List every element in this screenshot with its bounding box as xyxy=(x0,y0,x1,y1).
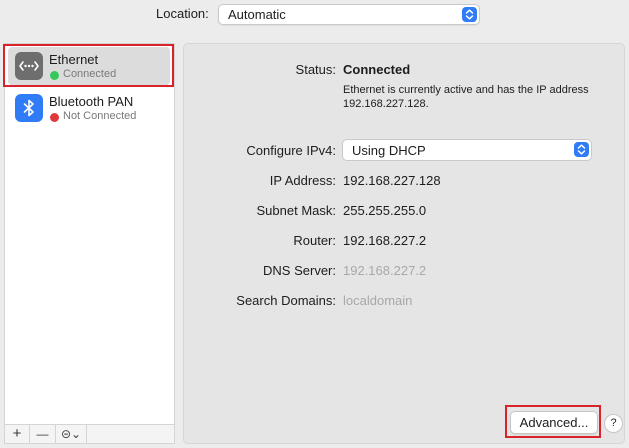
add-service-button[interactable]: + xyxy=(5,425,30,443)
service-name: Ethernet xyxy=(49,52,99,67)
status-label: Status: xyxy=(295,62,336,77)
service-name: Bluetooth PAN xyxy=(49,94,134,109)
configure-ipv4-label: Configure IPv4: xyxy=(246,143,336,158)
search-domains-value: localdomain xyxy=(343,293,413,308)
status-description: Ethernet is currently active and has the… xyxy=(343,84,589,110)
subnet-mask-label: Subnet Mask: xyxy=(256,203,337,218)
bluetooth-icon xyxy=(15,94,43,122)
service-status: Connected xyxy=(63,68,117,80)
location-select[interactable]: Automatic xyxy=(218,4,480,25)
status-dot-icon xyxy=(50,113,59,122)
status-value: Connected xyxy=(343,62,411,77)
configure-ipv4-value: Using DHCP xyxy=(352,143,426,158)
service-item-ethernet[interactable]: Ethernet Connected xyxy=(8,47,170,85)
location-label: Location: xyxy=(156,6,209,21)
router-label: Router: xyxy=(293,233,336,248)
ethernet-icon xyxy=(15,52,43,80)
service-toolbar: + — ⊝⌄ xyxy=(4,424,175,444)
select-stepper-icon xyxy=(574,142,589,157)
select-stepper-icon xyxy=(462,7,477,22)
advanced-button[interactable]: Advanced... xyxy=(510,411,598,434)
ip-address-value: 192.168.227.128 xyxy=(343,173,441,188)
help-button[interactable]: ? xyxy=(604,414,623,433)
service-status: Not Connected xyxy=(63,110,137,122)
search-domains-label: Search Domains: xyxy=(236,293,336,308)
service-item-bluetooth-pan[interactable]: Bluetooth PAN Not Connected xyxy=(8,89,170,127)
remove-service-button[interactable]: — xyxy=(30,425,56,443)
subnet-mask-value: 255.255.255.0 xyxy=(343,203,427,218)
ip-address-label: IP Address: xyxy=(269,173,336,188)
service-actions-button[interactable]: ⊝⌄ xyxy=(56,425,87,443)
configure-ipv4-select[interactable]: Using DHCP xyxy=(342,139,592,161)
service-list: Ethernet Connected Bluetooth PAN Not Con… xyxy=(4,43,175,427)
router-value: 192.168.227.2 xyxy=(343,233,427,248)
dns-server-value: 192.168.227.2 xyxy=(343,263,427,278)
status-dot-icon xyxy=(50,71,59,80)
dns-server-label: DNS Server: xyxy=(263,263,336,278)
location-value: Automatic xyxy=(228,7,286,22)
